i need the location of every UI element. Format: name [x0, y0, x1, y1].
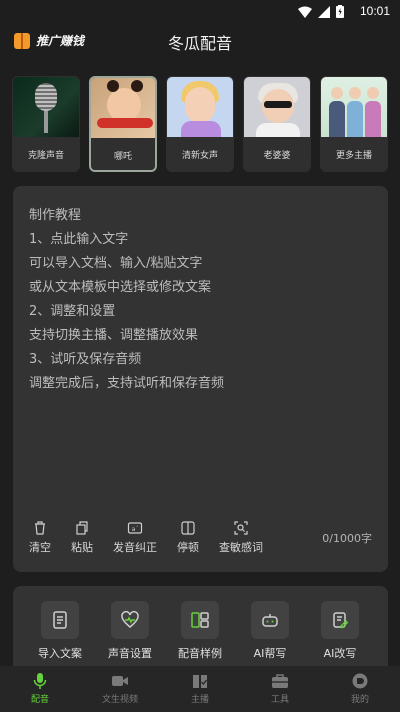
pronunciation-icon: aˊ [127, 522, 143, 534]
char-count: 0/1000字 [322, 532, 372, 545]
voice-label: 哪吒 [113, 151, 132, 162]
profile-icon [352, 673, 368, 689]
status-time: 10:01 [359, 4, 390, 18]
text-editor[interactable]: 制作教程 1、点此输入文字 可以导入文档、输入/粘贴文字 或从文本模板中选择或修… [13, 186, 388, 572]
edit-document-icon [333, 612, 349, 629]
tutorial-text: 制作教程 1、点此输入文字 可以导入文档、输入/粘贴文字 或从文本模板中选择或修… [29, 204, 224, 396]
quick-actions: 导入文案 声音设置 配音样例 AI帮写 AI改写 [13, 586, 388, 668]
clear-label: 清空 [29, 541, 51, 554]
dubbing-samples-button[interactable]: 配音样例 [165, 601, 235, 668]
import-text-button[interactable]: 导入文案 [25, 601, 95, 668]
layout-grid-icon [191, 612, 209, 628]
robot-icon [262, 614, 278, 627]
scan-icon [234, 521, 248, 535]
voice-label: 清新女声 [181, 150, 218, 161]
battery-icon [336, 5, 344, 18]
nav-dub-label: 配音 [30, 695, 49, 705]
sensitive-check-button[interactable]: 查敏感词 [219, 520, 263, 555]
status-icons [298, 5, 344, 18]
sound-settings-button[interactable]: 声音设置 [95, 601, 165, 668]
status-bar: 10:01 [0, 0, 400, 24]
voice-card-grandma[interactable]: 老婆婆 [243, 76, 311, 172]
tutorial-line: 可以导入文档、输入/粘贴文字 [29, 256, 203, 271]
paste-button[interactable]: 粘贴 [71, 520, 93, 555]
tutorial-line: 1、点此输入文字 [29, 232, 129, 247]
pause-icon [181, 521, 195, 535]
heart-pulse-icon [121, 611, 139, 628]
svg-text:aˊ: aˊ [132, 526, 139, 533]
voice-card-nezha[interactable]: 哪吒 [89, 76, 157, 172]
host-book-icon [193, 675, 208, 688]
nav-video-label: 文生视频 [101, 695, 138, 705]
microphone-image [13, 77, 79, 137]
nav-mine[interactable]: 我的 [320, 666, 400, 712]
nav-dub[interactable]: 配音 [0, 666, 80, 712]
video-camera-icon [112, 676, 128, 686]
sound-label: 声音设置 [108, 647, 152, 660]
trash-icon [35, 521, 45, 535]
nav-tools[interactable]: 工具 [240, 666, 320, 712]
voice-label: 老婆婆 [263, 150, 291, 161]
girl-avatar [167, 77, 233, 137]
voice-label: 克隆声音 [27, 150, 64, 161]
toolbox-icon [272, 674, 288, 688]
nav-text-to-video[interactable]: 文生视频 [80, 666, 160, 712]
copy-icon [76, 521, 88, 535]
pronounce-label: 发音纠正 [113, 541, 157, 554]
nav-host-label: 主播 [190, 695, 209, 705]
hosts-group-image [321, 77, 387, 137]
ai-help-label: AI帮写 [253, 647, 287, 660]
pronounce-button[interactable]: aˊ 发音纠正 [113, 520, 157, 555]
tutorial-line: 或从文本模板中选择或修改文案 [29, 280, 212, 295]
editor-toolbar: 清空 粘贴 aˊ 发音纠正 停顿 查敏感词 [29, 520, 283, 555]
pause-button[interactable]: 停顿 [177, 520, 199, 555]
bottom-nav: 配音 文生视频 主播 工具 我的 [0, 666, 400, 712]
nav-tools-label: 工具 [270, 695, 289, 705]
voice-card-clone[interactable]: 克隆声音 [12, 76, 80, 172]
document-icon [53, 611, 67, 629]
signal-icon [318, 5, 330, 18]
voice-label: 更多主播 [335, 150, 372, 161]
tutorial-line: 支持切换主播、调整播放效果 [29, 328, 199, 343]
wifi-icon [298, 6, 312, 18]
ai-rewrite-button[interactable]: AI改写 [305, 601, 375, 668]
grandma-avatar [244, 77, 310, 137]
page-title: 冬瓜配音 [167, 34, 232, 53]
voice-card-more-hosts[interactable]: 更多主播 [320, 76, 388, 172]
voice-list: 克隆声音 哪吒 清新女声 老婆婆 更多主播 [12, 76, 388, 172]
tutorial-line: 3、试听及保存音频 [29, 352, 142, 367]
nav-mine-label: 我的 [350, 695, 369, 705]
tutorial-line: 制作教程 [29, 208, 82, 223]
tutorial-line: 2、调整和设置 [29, 304, 116, 319]
nezha-avatar [91, 78, 155, 138]
ai-rewrite-label: AI改写 [323, 647, 357, 660]
pause-label: 停顿 [177, 541, 199, 554]
nav-host[interactable]: 主播 [160, 666, 240, 712]
ai-help-write-button[interactable]: AI帮写 [235, 601, 305, 668]
voice-card-fresh-female[interactable]: 清新女声 [166, 76, 234, 172]
clear-button[interactable]: 清空 [29, 520, 51, 555]
samples-label: 配音样例 [178, 647, 222, 660]
import-label: 导入文案 [38, 647, 82, 660]
sensitive-label: 查敏感词 [219, 541, 263, 554]
paste-label: 粘贴 [71, 541, 93, 554]
microphone-icon [33, 673, 47, 689]
tutorial-line: 调整完成后，支持试听和保存音频 [29, 376, 225, 391]
